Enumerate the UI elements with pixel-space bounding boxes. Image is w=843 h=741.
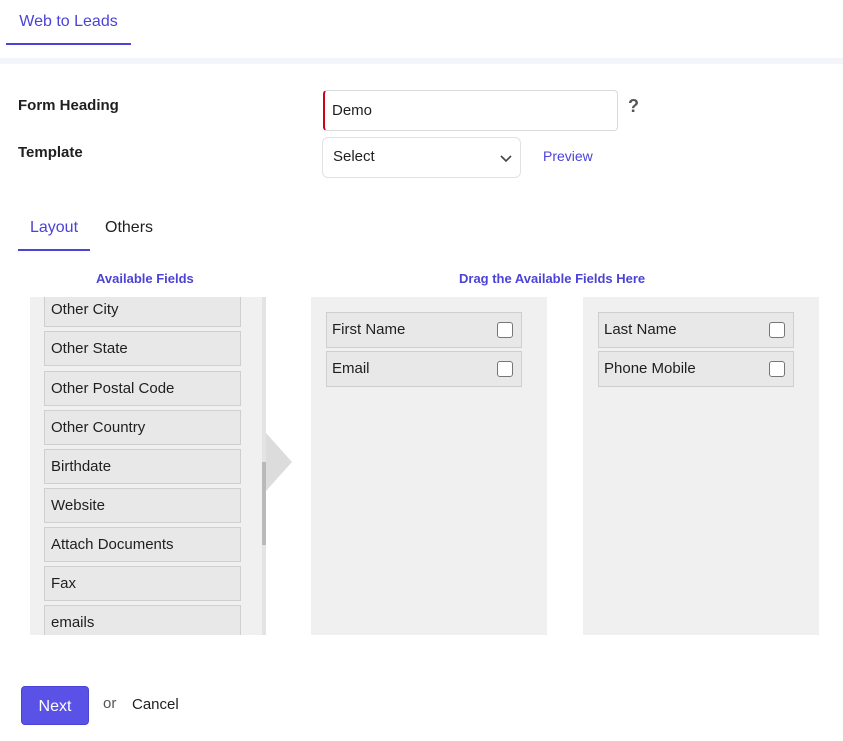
list-item[interactable]: Other State bbox=[44, 331, 241, 366]
list-item[interactable]: Website bbox=[44, 488, 241, 523]
list-item[interactable]: emails bbox=[44, 605, 241, 635]
top-bar: Web to Leads bbox=[0, 0, 843, 58]
required-checkbox[interactable] bbox=[769, 361, 785, 377]
field-label: Phone Mobile bbox=[604, 360, 696, 377]
list-item[interactable]: Other City bbox=[44, 297, 241, 327]
template-label: Template bbox=[18, 144, 83, 161]
drop-area-title: Drag the Available Fields Here bbox=[459, 271, 646, 286]
selected-field-phone-mobile[interactable]: Phone Mobile bbox=[598, 351, 794, 387]
field-label: Last Name bbox=[604, 321, 677, 338]
list-item[interactable]: Other Postal Code bbox=[44, 371, 241, 406]
question-mark-icon[interactable]: ? bbox=[628, 96, 639, 117]
divider bbox=[0, 58, 843, 64]
selected-field-last-name[interactable]: Last Name bbox=[598, 312, 794, 348]
field-label: First Name bbox=[332, 321, 406, 338]
cancel-link[interactable]: Cancel bbox=[132, 696, 179, 713]
selected-field-email[interactable]: Email bbox=[326, 351, 522, 387]
required-checkbox[interactable] bbox=[497, 322, 513, 338]
next-button[interactable]: Next bbox=[21, 686, 89, 725]
template-select-value: Select bbox=[333, 148, 375, 165]
field-label: Email bbox=[332, 360, 370, 377]
drop-column-right[interactable]: Last Name Phone Mobile bbox=[583, 297, 819, 635]
tab-others[interactable]: Others bbox=[105, 218, 153, 251]
arrow-right-icon bbox=[266, 433, 292, 491]
form-heading-label: Form Heading bbox=[18, 97, 119, 114]
drop-column-left[interactable]: First Name Email bbox=[311, 297, 547, 635]
form-heading-input[interactable]: Demo bbox=[323, 90, 618, 131]
list-item[interactable]: Birthdate bbox=[44, 449, 241, 484]
selected-field-first-name[interactable]: First Name bbox=[326, 312, 522, 348]
template-select[interactable]: Select bbox=[322, 137, 521, 178]
chevron-down-icon bbox=[500, 155, 512, 163]
available-fields-list[interactable]: Other City Other State Other Postal Code… bbox=[30, 297, 266, 635]
preview-link[interactable]: Preview bbox=[543, 148, 593, 164]
required-checkbox[interactable] bbox=[769, 322, 785, 338]
available-fields-title: Available Fields bbox=[96, 271, 194, 286]
required-checkbox[interactable] bbox=[497, 361, 513, 377]
tab-layout[interactable]: Layout bbox=[18, 218, 90, 251]
list-item[interactable]: Fax bbox=[44, 566, 241, 601]
list-item[interactable]: Other Country bbox=[44, 410, 241, 445]
or-text: or bbox=[103, 695, 117, 712]
tab-web-to-leads[interactable]: Web to Leads bbox=[6, 0, 131, 45]
list-item[interactable]: Attach Documents bbox=[44, 527, 241, 562]
